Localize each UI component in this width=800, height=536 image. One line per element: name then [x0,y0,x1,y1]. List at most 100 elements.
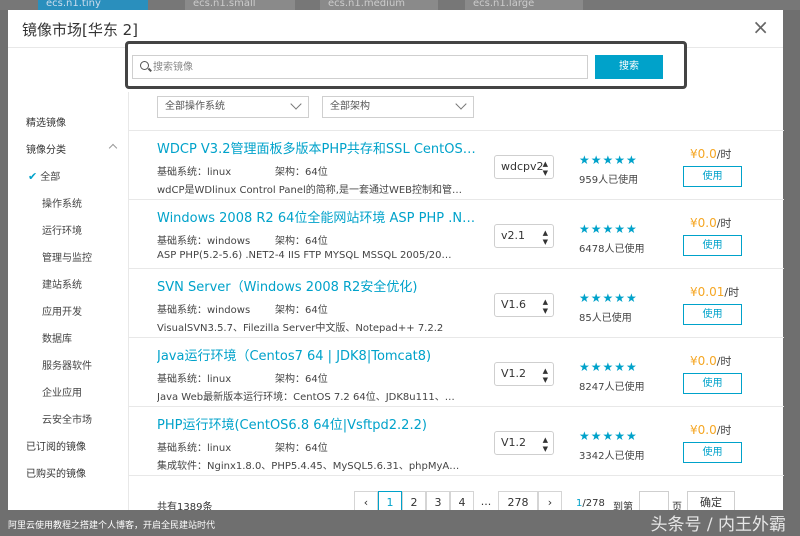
backdrop-tabs: ecs.n1.tiny ecs.n1.small ecs.n1.medium e… [0,0,800,10]
architecture: 架构：64位 [275,305,328,316]
check-icon: ✔ [28,170,38,183]
version-value: V1.2 [501,367,527,380]
use-button[interactable]: 使用 [683,235,742,256]
version-select[interactable]: V1.2 ▲ ▼ [494,362,554,386]
use-button[interactable]: 使用 [683,442,742,463]
list-item: PHP运行环境(CentOS6.8 64位|Vsftpd2.2.2) 基础系统：… [129,407,784,476]
base-system: 基础系统：windows [157,236,251,247]
architecture: 架构：64位 [275,443,328,454]
search-input[interactable] [153,59,573,75]
price-value: ¥0.0 [690,216,717,230]
sidebar-item-server-software[interactable]: 服务器软件 [42,357,92,372]
sidebar-item-site-builder[interactable]: 建站系统 [42,276,82,291]
version-value: V1.2 [501,436,527,449]
price: ¥0.0/时 [690,146,731,162]
sidebar-item-categories[interactable]: 镜像分类 [26,141,66,156]
version-select[interactable]: v2.1 ▲ ▼ [494,224,554,248]
sidebar-item-app-dev[interactable]: 应用开发 [42,303,82,318]
sidebar-item-database[interactable]: 数据库 [42,330,72,345]
caption-text: 阿里云使用教程之搭建个人博客，开启全民建站时代 [8,521,216,531]
sidebar-item-enterprise[interactable]: 企业应用 [42,384,82,399]
list-item: Java运行环境（Centos7 64 | JDK8|Tomcat8) 基础系统… [129,338,784,407]
chevron-down-icon [455,98,467,110]
search-button[interactable]: 搜索 [595,55,663,79]
usage-count: 8247人已使用 [579,382,645,393]
sidebar-item-all[interactable]: ✔ 全部 [28,168,60,183]
usage-count: 3342人已使用 [579,451,645,462]
architecture: 架构：64位 [275,236,328,247]
image-title-link[interactable]: SVN Server（Windows 2008 R2安全优化) [157,276,417,295]
price-value: ¥0.0 [690,354,717,368]
category-sidebar: 精选镜像 镜像分类 ✔ 全部 操作系统 运行环境 管理与监控 建站系统 应用开发 … [8,92,128,510]
sidebar-item-subscribed[interactable]: 已订阅的镜像 [26,438,86,453]
sidebar-item-monitoring[interactable]: 管理与监控 [42,249,92,264]
arch-filter-select[interactable]: 全部架构 [322,96,474,118]
price-unit: /时 [716,148,732,161]
use-button[interactable]: 使用 [683,304,742,325]
sidebar-item-purchased[interactable]: 已购买的镜像 [26,465,86,480]
backdrop-tab: ecs.n1.tiny [38,0,148,10]
price: ¥0.01/时 [690,284,739,300]
base-system: 基础系统：linux [157,167,232,178]
backdrop-tab: ecs.n1.large [465,0,583,10]
image-list-panel: 全部操作系统 全部架构 WDCP V3.2管理面板多版本PHP共存和SSL Ce… [128,92,784,515]
updown-arrows-icon: ▲ ▼ [542,298,548,315]
backdrop-tab: ecs.n1.small [185,0,295,10]
price-unit: /时 [716,424,732,437]
os-filter-select[interactable]: 全部操作系统 [157,96,309,118]
version-select[interactable]: V1.6 ▲ ▼ [494,293,554,317]
architecture: 架构：64位 [275,374,328,385]
image-market-dialog: 镜像市场[华东 2] × 搜索 精选镜像 镜像分类 ✔全部 操作系统 运行环境 … [8,10,784,515]
star-rating: ★★★★★ [579,222,638,236]
os-filter-value: 全部操作系统 [165,101,225,112]
arch-filter-value: 全部架构 [330,101,370,112]
page-indicator: 1/278 [576,498,605,509]
sidebar-item-featured[interactable]: 精选镜像 [26,114,66,129]
base-system: 基础系统：linux [157,443,232,454]
updown-arrows-icon: ▲ ▼ [542,367,548,384]
star-rating: ★★★★★ [579,291,638,305]
list-item: SVN Server（Windows 2008 R2安全优化) 基础系统：win… [129,269,784,338]
image-title-link[interactable]: PHP运行环境(CentOS6.8 64位|Vsftpd2.2.2) [157,414,427,433]
architecture: 架构：64位 [275,167,328,178]
sidebar-item-os[interactable]: 操作系统 [42,195,82,210]
chevron-down-icon [290,98,302,110]
price-value: ¥0.0 [690,147,717,161]
page-count: /278 [582,498,605,509]
sidebar-item-runtime[interactable]: 运行环境 [42,222,82,237]
base-system: 基础系统：windows [157,305,251,316]
image-title-link[interactable]: Java运行环境（Centos7 64 | JDK8|Tomcat8) [157,345,431,364]
image-description: VisualSVN3.5.7、Filezilla Server中文版、Notep… [157,323,444,334]
price: ¥0.0/时 [690,215,731,231]
version-value: V1.6 [501,298,527,311]
backdrop-tab: ecs.n1.medium [320,0,438,10]
star-rating: ★★★★★ [579,360,638,374]
list-item: WDCP V3.2管理面板多版本PHP共存和SSL CentOS6.8 基础系统… [129,131,784,200]
watermark: 头条号 / 内王外霸 [650,515,786,535]
image-title-link[interactable]: Windows 2008 R2 64位全能网站环境 ASP PHP .NET… [157,207,477,226]
updown-arrows-icon: ▲ ▼ [542,160,548,177]
close-icon[interactable]: × [752,17,769,37]
sidebar-item-security[interactable]: 云安全市场 [42,411,92,426]
use-button[interactable]: 使用 [683,373,742,394]
version-select[interactable]: wdcpv2 ▲ ▼ [494,155,554,179]
usage-count: 85人已使用 [579,313,632,324]
price-unit: /时 [716,355,732,368]
chevron-up-icon[interactable] [108,143,118,153]
updown-arrows-icon: ▲ ▼ [542,436,548,453]
price: ¥0.0/时 [690,353,731,369]
image-title-link[interactable]: WDCP V3.2管理面板多版本PHP共存和SSL CentOS6.8 [157,138,477,157]
image-description: ASP PHP(5.2-5.6) .NET2-4 IIS FTP MYSQL M… [157,250,452,261]
star-rating: ★★★★★ [579,429,638,443]
usage-count: 959人已使用 [579,175,639,186]
search-field[interactable] [132,55,588,79]
dialog-title: 镜像市场[华东 2] [22,21,139,39]
price-unit: /时 [716,217,732,230]
price-unit: /时 [724,286,740,299]
price-value: ¥0.0 [690,423,717,437]
price: ¥0.0/时 [690,422,731,438]
search-icon [140,61,149,70]
use-button[interactable]: 使用 [683,166,742,187]
version-select[interactable]: V1.2 ▲ ▼ [494,431,554,455]
image-description: Java Web最新版本运行环境：CentOS 7.2 64位、JDK8u111… [157,392,455,403]
